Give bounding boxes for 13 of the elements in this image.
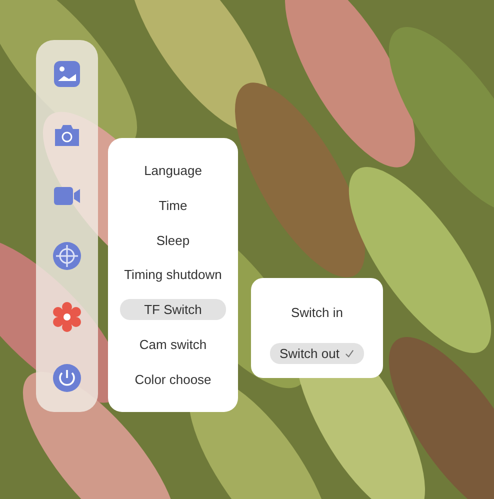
menu-item[interactable]: Switch out xyxy=(270,343,364,364)
menu-item[interactable]: Cam switch xyxy=(129,334,217,356)
menu-item[interactable]: Sleep xyxy=(146,230,200,251)
menu-item[interactable]: Time xyxy=(148,194,198,216)
menu-item[interactable]: Switch in xyxy=(280,302,354,323)
menu-item[interactable]: Color choose xyxy=(124,368,222,390)
settings-icon[interactable] xyxy=(51,301,83,334)
menu-item[interactable]: Timing shutdown xyxy=(114,264,232,286)
menu-item[interactable]: Language xyxy=(134,160,212,181)
crosshair-icon[interactable] xyxy=(51,240,83,272)
power-icon[interactable] xyxy=(51,362,83,394)
menu-item[interactable]: TF Switch xyxy=(120,299,226,320)
image-icon[interactable] xyxy=(51,58,83,90)
